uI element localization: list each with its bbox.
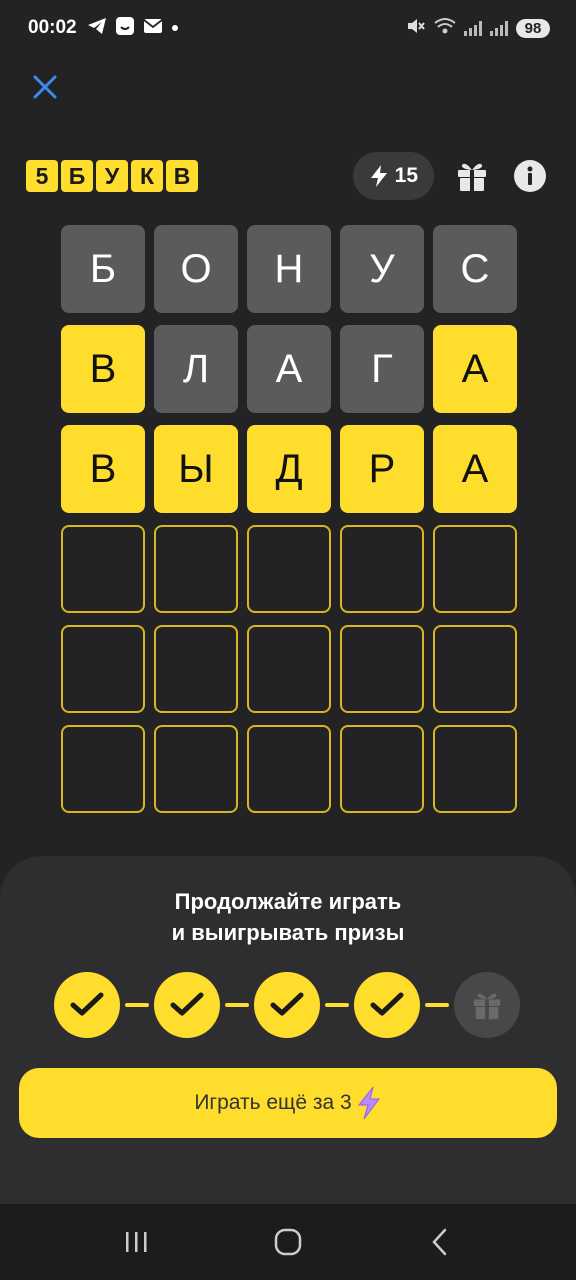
progress-connector [225,1003,249,1007]
completed-step [354,972,420,1038]
empty-letter-tile [433,525,517,613]
empty-letter-tile [247,725,331,813]
wifi-icon [434,17,456,40]
close-button[interactable] [28,70,62,104]
prize-progress [54,972,524,1038]
home-icon [274,1228,302,1256]
letter-tile: Д [247,425,331,513]
letter-tile: А [247,325,331,413]
letter-tile: В [61,325,145,413]
mute-icon [406,17,426,40]
info-icon [514,160,546,192]
empty-letter-tile [433,725,517,813]
signal-icon [490,20,508,36]
check-icon [270,992,304,1016]
letter-tile: Л [154,325,238,413]
letter-tile: А [433,425,517,513]
sheet-title: Продолжайте играть и выигрывать призы [0,886,576,948]
energy-count: 15 [394,164,418,187]
logo-letter: У [96,160,128,192]
home-button[interactable] [258,1217,318,1267]
sheet-title-line: Продолжайте играть [174,889,402,914]
empty-letter-tile [61,625,145,713]
game-header: 5 Б У К В 15 [26,150,550,202]
check-icon [70,992,104,1016]
completed-step [154,972,220,1038]
empty-letter-tile [247,525,331,613]
letter-tile: В [61,425,145,513]
empty-letter-tile [61,725,145,813]
progress-connector [125,1003,149,1007]
recent-apps-button[interactable] [106,1217,166,1267]
letter-tile: А [433,325,517,413]
empty-letter-tile [340,525,424,613]
completed-step [54,972,120,1038]
letter-tile: Н [247,225,331,313]
gift-icon [473,993,501,1020]
gift-button[interactable] [452,156,492,196]
play-again-button[interactable]: Играть ещё за 3 [19,1068,557,1138]
empty-letter-tile [154,525,238,613]
empty-letter-tile [61,525,145,613]
gift-icon [458,163,486,191]
completed-step [254,972,320,1038]
signal-icon [464,20,482,36]
word-board: БОНУСВЛАГАВЫДРА [61,225,517,813]
letter-tile: С [433,225,517,313]
empty-letter-tile [433,625,517,713]
energy-counter[interactable]: 15 [352,152,434,200]
game-logo: 5 Б У К В [26,160,198,192]
empty-letter-tile [247,625,331,713]
app-face-icon [115,16,135,41]
dot-icon [171,19,179,37]
logo-letter: Б [61,160,93,192]
empty-letter-tile [154,725,238,813]
system-icons: 98 [406,17,550,40]
telegram-icon [87,17,107,40]
back-icon [432,1228,447,1256]
letter-tile: О [154,225,238,313]
play-again-label: Играть ещё за 3 [194,1091,352,1114]
prize-step [454,972,520,1038]
letter-tile: Р [340,425,424,513]
bottom-sheet: Продолжайте играть и выигрывать призы Иг… [0,856,576,1204]
logo-letter: 5 [26,160,58,192]
lightning-icon [357,1086,380,1120]
status-bar: 00:02 98 [0,0,576,56]
check-icon [170,992,204,1016]
back-button[interactable] [410,1217,470,1267]
empty-letter-tile [154,625,238,713]
empty-letter-tile [340,725,424,813]
logo-letter: К [131,160,163,192]
system-nav-bar [0,1204,576,1280]
battery-level: 98 [516,18,550,38]
recent-apps-icon [126,1232,147,1252]
empty-letter-tile [340,625,424,713]
sheet-title-line: и выигрывать призы [171,920,405,945]
mail-icon [143,18,163,39]
letter-tile: Б [61,225,145,313]
letter-tile: Г [340,325,424,413]
info-button[interactable] [510,156,550,196]
logo-letter: В [166,160,198,192]
letter-tile: Ы [154,425,238,513]
notification-icons [87,16,179,41]
progress-connector [325,1003,349,1007]
check-icon [370,992,404,1016]
close-icon [33,75,57,99]
status-time: 00:02 [28,17,77,38]
lightning-icon [370,165,387,187]
letter-tile: У [340,225,424,313]
progress-connector [425,1003,449,1007]
